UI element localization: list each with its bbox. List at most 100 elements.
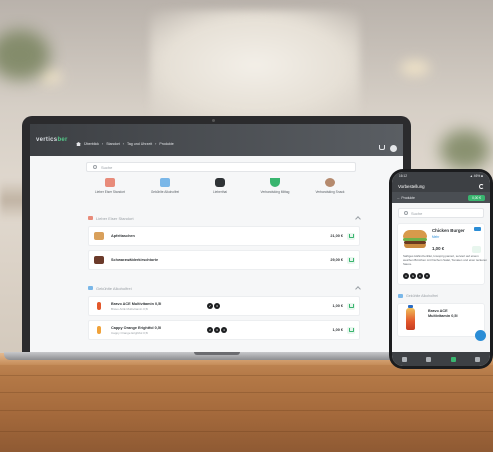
nav-menu-icon[interactable] [450, 356, 456, 362]
product-section: Gekühlte Alkoholfrei Bravo ACE Multivita… [88, 284, 361, 340]
blurred-plant [440, 130, 490, 170]
header-actions [379, 145, 397, 152]
section-header[interactable]: Gekühlte Alkoholfrei [398, 294, 484, 298]
allergen-badges: ✔ 3 [207, 303, 220, 309]
brand-logo[interactable]: verticsber [36, 137, 68, 143]
search-placeholder: Suche [101, 164, 113, 170]
product-image [94, 232, 104, 240]
product-row[interactable]: Cappy Orange Erightfol 0,5l Cappy Orange… [88, 320, 360, 340]
burger-image [403, 230, 427, 248]
featured-product-card[interactable]: Chicken Burger Mehr 1,00 € Saftiges Hähn… [397, 223, 487, 285]
wood-grain [0, 410, 493, 411]
category-bar: Lieber Eiser Standort Gekühlte Alkoholfr… [90, 178, 350, 194]
status-bar: 16:12 ▲ 46% ■ [392, 172, 490, 180]
refresh-icon[interactable] [479, 183, 484, 189]
status-time: 16:12 [399, 174, 407, 178]
product-row[interactable]: Bravo ACE Multivitamin 0,5l Bravo ACE Mu… [88, 296, 360, 316]
product-price: 29,00 € [330, 258, 343, 262]
phone-frame: 16:12 ▲ 46% ■ Vorbestellung ← Produkte 0… [389, 169, 493, 369]
allergen-badges: A G C ♥ [403, 273, 430, 279]
category-item[interactable]: Lieber Eiser Standort [90, 178, 130, 194]
product-card[interactable]: Bravo ACE Multivitamin 0,5l [397, 303, 485, 337]
search-placeholder: Suche [411, 210, 423, 216]
breadcrumb-item[interactable]: Produkte [159, 142, 173, 146]
allergen-badge: A [403, 273, 409, 279]
tag-badge [474, 227, 481, 231]
chevron-up-icon[interactable] [355, 286, 361, 292]
sub-bar: ← Produkte 0,00 € [392, 192, 490, 203]
nav-more-icon[interactable] [475, 356, 481, 362]
home-icon[interactable] [76, 142, 81, 146]
store-icon [105, 178, 115, 187]
cart-icon[interactable] [379, 145, 385, 150]
category-item[interactable]: Lieberthai [200, 178, 240, 194]
product-subtitle: Bravo ACE Multivitamin 0,5l [111, 306, 149, 311]
product-section: Lieber Eiser Standort Apfeltaschen 21,00… [88, 214, 361, 270]
product-name: Chicken Burger [432, 228, 465, 233]
add-to-cart-button[interactable] [347, 302, 355, 310]
search-icon [404, 211, 408, 215]
blurred-lamp [40, 70, 62, 84]
allergen-badge: G [410, 273, 416, 279]
add-to-cart-button[interactable] [347, 232, 355, 240]
blurred-lamp [400, 60, 430, 76]
info-link[interactable]: Mehr [432, 235, 439, 239]
chevron-up-icon[interactable] [355, 216, 361, 222]
add-to-cart-button[interactable] [347, 256, 355, 264]
breadcrumb-item[interactable]: Standort [106, 142, 120, 146]
store-icon [88, 216, 93, 220]
section-header[interactable]: Lieber Eiser Standort [88, 214, 361, 222]
app-bar: Vorbestellung [392, 180, 490, 192]
product-row[interactable]: Schwarzwälderkirschtorte 29,00 € [88, 250, 360, 270]
blurred-window [150, 10, 360, 120]
add-to-cart-button[interactable] [472, 246, 481, 253]
allergen-badge: 3 [214, 327, 220, 333]
webcam [212, 119, 215, 122]
nav-orders-icon[interactable] [426, 356, 432, 362]
section-title: Lieber Eiser Standort [96, 215, 134, 221]
product-subtitle: Cappy Orange Erightfol 0,5l [111, 330, 149, 335]
phone-screen: 16:12 ▲ 46% ■ Vorbestellung ← Produkte 0… [392, 172, 490, 366]
product-price: 21,00 € [330, 234, 343, 238]
bag-icon [215, 178, 225, 187]
section-header[interactable]: Gekühlte Alkoholfrei [88, 284, 361, 292]
category-item[interactable]: Verbandsking Mittag [255, 178, 295, 194]
status-indicators: ▲ 46% ■ [469, 174, 483, 178]
add-to-cart-button[interactable] [347, 326, 355, 334]
breadcrumb-item[interactable]: Tag und Uhrzeit [127, 142, 152, 146]
product-price: 1,00 € [332, 304, 343, 308]
allergen-badge: ✔ [207, 303, 213, 309]
product-image [97, 302, 101, 310]
bottle-icon [398, 294, 403, 298]
search-icon [93, 165, 97, 169]
category-item[interactable]: Verbandsking Snack [310, 178, 350, 194]
product-name: Bravo ACE Multivitamin 0,5l [111, 301, 162, 306]
breadcrumb-item[interactable]: Überblick [84, 142, 99, 146]
product-price: 1,00 € [432, 246, 445, 251]
product-description: Saftiges Hähnchenfilet, knusprig paniert… [403, 254, 487, 266]
allergen-badges: 2 3 4 [207, 327, 227, 333]
product-name: Schwarzwälderkirschtorte [111, 258, 159, 262]
bottle-icon [88, 286, 93, 290]
allergen-badge: 2 [207, 327, 213, 333]
allergen-badge: ♥ [424, 273, 430, 279]
bowl-icon [270, 178, 280, 187]
laptop-frame: verticsber Überblick › Standort › Tag un… [22, 116, 411, 356]
cart-button[interactable]: 0,00 € [468, 194, 485, 201]
breadcrumb: Überblick › Standort › Tag und Uhrzeit ›… [76, 142, 174, 146]
floating-action-button[interactable] [475, 330, 486, 341]
allergen-badge: 4 [221, 327, 227, 333]
allergen-badge: C [417, 273, 423, 279]
laptop-hinge-notch [194, 352, 240, 355]
product-image [97, 326, 101, 334]
category-item[interactable]: Gekühlte Alkoholfrei [145, 178, 185, 194]
section-title: Gekühlte Alkoholfrei [406, 294, 438, 298]
back-button[interactable]: ← Produkte [397, 196, 415, 200]
app-title: Vorbestellung [398, 183, 425, 189]
product-row[interactable]: Apfeltaschen 21,00 € [88, 226, 360, 246]
search-input[interactable]: Suche [86, 162, 356, 172]
avatar[interactable] [390, 145, 397, 152]
nav-home-icon[interactable] [401, 356, 407, 362]
bottom-navigation [392, 352, 490, 366]
search-input[interactable]: Suche [398, 208, 484, 218]
